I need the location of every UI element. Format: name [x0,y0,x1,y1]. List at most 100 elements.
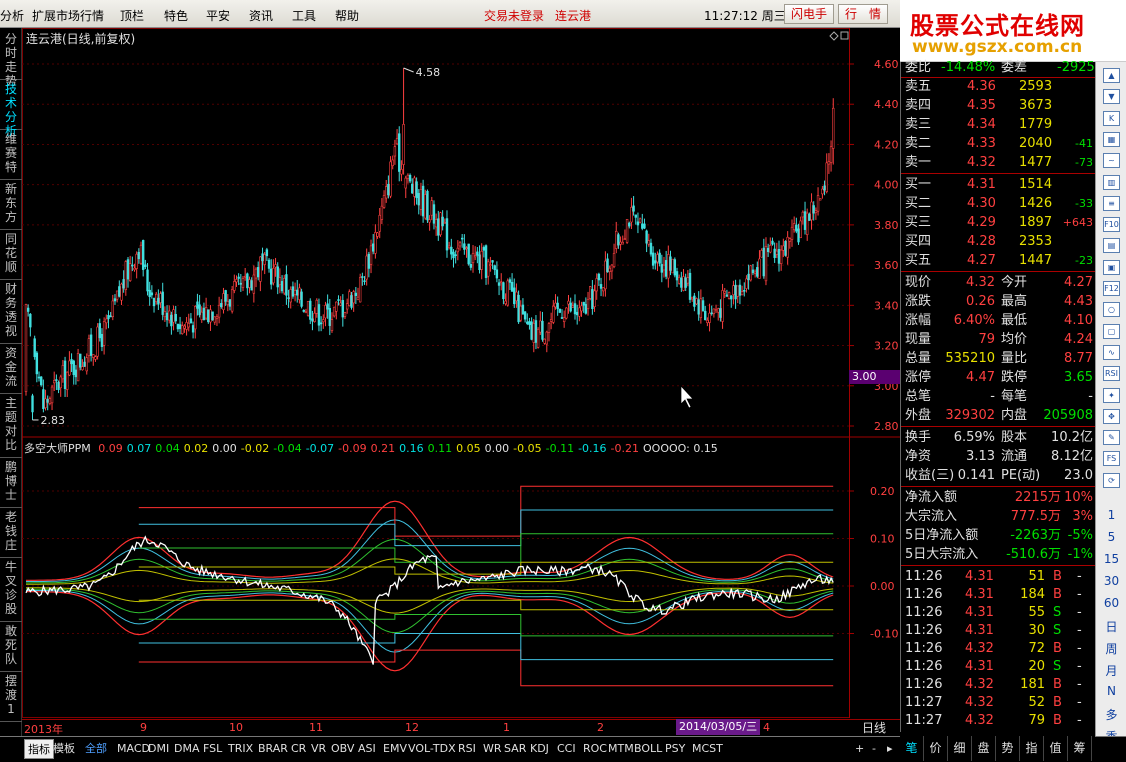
menu-help[interactable]: 帮助 [335,7,359,24]
line-icon[interactable]: ~ [1103,153,1120,169]
indicator-tab[interactable]: TRIX [228,739,253,759]
indicator-tab[interactable]: MTM [608,739,634,759]
indicator-tab[interactable]: DMI [148,739,169,759]
menu-top-bar[interactable]: 顶栏 [120,7,144,24]
scroll-right-button[interactable]: ▸ [887,739,893,759]
book-price[interactable]: 4.34 [967,115,996,134]
period-button[interactable]: 60 [1096,596,1126,610]
left-nav-item[interactable]: 鹏博士 [0,458,22,508]
period-button[interactable]: 5 [1096,530,1126,544]
indicator-tab[interactable]: WR [483,739,502,759]
quote-tab[interactable]: 盘 [972,736,996,761]
arrow-down-icon[interactable]: ▼ [1103,89,1120,105]
chart-icon[interactable]: K [1103,110,1120,126]
period-button[interactable]: 1 [1096,508,1126,522]
indicator-tab[interactable]: RSI [458,739,476,759]
indicator-tab[interactable]: EMV [383,739,407,759]
quote-tab[interactable]: 细 [948,736,972,761]
left-nav-item[interactable]: 资金流 [0,344,22,394]
book-price[interactable]: 4.27 [967,251,996,270]
indicator-tab[interactable]: FSL [203,739,222,759]
fs-icon[interactable]: FS [1103,451,1120,467]
wave-icon[interactable]: ∿ [1103,344,1120,360]
left-nav-item[interactable]: 分时走势 [0,30,22,88]
chart-corner-square-icon[interactable] [840,31,849,40]
left-nav-item[interactable]: 主题对比 [0,394,22,458]
move-icon[interactable]: ✥ [1103,408,1120,424]
left-nav-item[interactable]: 同花顺 [0,230,22,280]
period-button[interactable]: 30 [1096,574,1126,588]
book-price[interactable]: 4.32 [967,153,996,172]
circle-icon[interactable]: ○ [1103,302,1120,318]
left-nav-item[interactable]: 摆渡1 [0,672,22,722]
menu-pingan[interactable]: 平安 [206,7,230,24]
flash-trade-button[interactable]: 闪电手 [784,4,834,24]
indicator-tab[interactable]: 全部 [85,739,107,759]
refresh-icon[interactable]: ⟳ [1103,472,1120,488]
book-price[interactable]: 4.36 [967,77,996,96]
indicator-tab[interactable]: ROC [583,739,607,759]
menu-news[interactable]: 资讯 [249,7,273,24]
book-price[interactable]: 4.28 [967,232,996,251]
quote-tab[interactable]: 值 [1044,736,1068,761]
book-icon[interactable]: ▤ [1103,238,1120,254]
indicator-tab[interactable]: PSY [665,739,685,759]
period-button[interactable]: N [1096,684,1126,698]
table-icon[interactable]: ▦ [1103,131,1120,147]
login-status[interactable]: 交易未登录 [484,7,544,24]
book-price[interactable]: 4.35 [967,96,996,115]
f10-icon[interactable]: F10 [1103,217,1120,233]
left-nav-item[interactable]: 财务透视 [0,280,22,344]
bars-icon[interactable]: ▥ [1103,174,1120,190]
pen-icon[interactable]: ✎ [1103,430,1120,446]
period-button[interactable]: 月 [1096,662,1126,679]
quote-tab[interactable]: 价 [924,736,948,761]
period-button[interactable]: 周 [1096,640,1126,657]
chart-corner-diamond-icon[interactable] [829,31,839,41]
indicator-tab[interactable]: ASI [358,739,376,759]
left-nav-item[interactable]: 技术分析 [0,80,22,138]
left-nav-item[interactable]: 新东方 [0,180,22,230]
indicator-tab[interactable]: VOL-TDX [408,739,456,759]
indicator-tab[interactable]: 模板 [53,739,75,759]
f12-icon[interactable]: F12 [1103,281,1120,296]
book-price[interactable]: 4.33 [967,134,996,153]
list-icon[interactable]: ≡ [1103,195,1120,211]
quote-tab[interactable]: 势 [996,736,1020,761]
indicator-tab[interactable]: DMA [174,739,200,759]
indicator-tab[interactable]: MACD [117,739,150,759]
left-nav-item[interactable]: 牛叉诊股 [0,558,22,622]
indicator-tab[interactable]: VR [311,739,326,759]
quote-tab[interactable]: 筹 [1068,736,1092,761]
indicator-tab[interactable]: 指标 [24,739,54,759]
book-price[interactable]: 4.30 [967,194,996,213]
book-price[interactable]: 4.29 [967,213,996,232]
indicator-tab[interactable]: BOLL [634,739,662,759]
zoom-icon[interactable]: ▢ [1103,323,1120,339]
menu-features[interactable]: 特色 [164,7,188,24]
quote-tab[interactable]: 指 [1020,736,1044,761]
indicator-tab[interactable]: SAR [504,739,526,759]
indicator-tab[interactable]: BRAR [258,739,288,759]
rsi-icon[interactable]: RSI [1103,366,1120,382]
indicator-tab[interactable]: CCI [557,739,576,759]
indicator-tab[interactable]: MCST [692,739,723,759]
zoom-in-button[interactable]: + [855,739,864,759]
zoom-out-button[interactable]: - [872,739,876,759]
period-label[interactable]: 日线 [862,719,886,736]
indicator-tab[interactable]: KDJ [530,739,549,759]
indicator-name[interactable]: 多空大师PPM [24,442,91,455]
chart-area[interactable]: 4.60 4.40 4.20 4.00 3.80 3.60 3.40 3.20 3.00 2.80… [22,28,900,719]
arrow-up-icon[interactable]: ▲ [1103,68,1120,83]
indicator-tab[interactable]: CR [291,739,306,759]
menu-tools[interactable]: 工具 [292,7,316,24]
period-button[interactable]: 日 [1096,618,1126,635]
star-icon[interactable]: ✦ [1103,387,1120,403]
left-nav-item[interactable]: 维赛特 [0,130,22,180]
menu-extended-market[interactable]: 扩展市场行情 [32,7,104,24]
quote-button[interactable]: 行 情 [838,4,888,24]
left-nav-item[interactable]: 敢死队 [0,622,22,672]
indicator-tab[interactable]: OBV [331,739,354,759]
period-button[interactable]: 多 [1096,706,1126,723]
menu-analysis[interactable]: 分析 [0,7,24,24]
